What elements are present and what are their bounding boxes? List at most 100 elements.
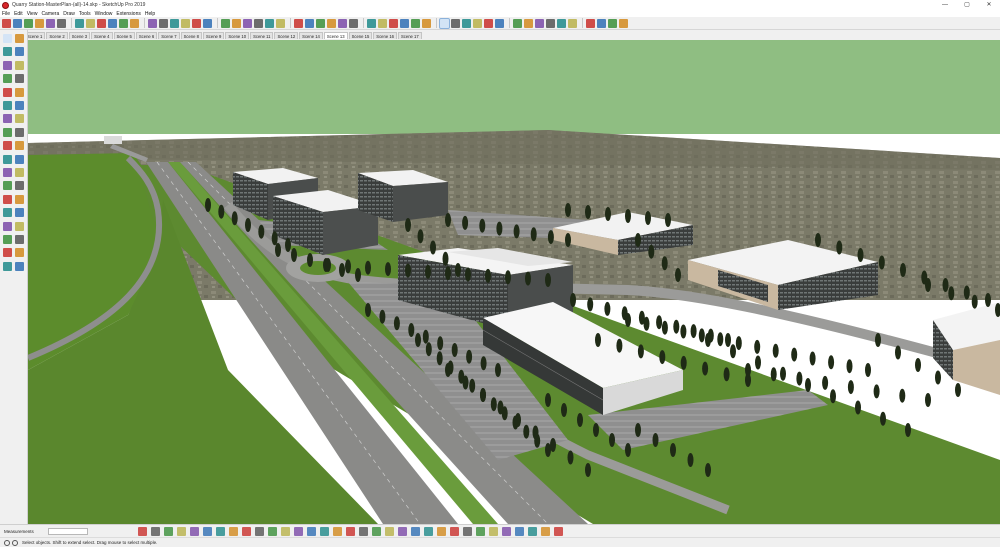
zoom-icon[interactable] — [3, 221, 12, 231]
select-icon[interactable] — [3, 34, 12, 43]
outer-shell-icon[interactable] — [164, 526, 173, 536]
measurements-input[interactable] — [48, 527, 88, 535]
position-camera-icon[interactable] — [473, 18, 482, 28]
fog-icon[interactable] — [502, 526, 511, 536]
display-section-icon[interactable] — [495, 18, 504, 28]
scenes-icon[interactable] — [541, 526, 550, 536]
rectangle-icon[interactable] — [3, 74, 12, 84]
scene-tab[interactable]: Scene 11 — [250, 32, 274, 39]
axes-icon[interactable] — [327, 18, 336, 28]
scene-tab[interactable]: Scene 7 — [158, 32, 180, 39]
two-point-arc-icon[interactable] — [15, 101, 24, 110]
3d-text-icon[interactable] — [349, 18, 358, 28]
line-icon[interactable] — [119, 18, 128, 28]
follow-me-icon[interactable] — [15, 141, 24, 151]
scene-tab[interactable]: Scene 9 — [203, 32, 225, 39]
look-around-icon[interactable] — [462, 18, 471, 28]
make-component-icon[interactable] — [15, 34, 24, 43]
shaded-icon[interactable] — [546, 18, 555, 28]
menu-tools[interactable]: Tools — [77, 11, 93, 17]
monochrome-icon[interactable] — [568, 18, 577, 28]
orbit-icon[interactable] — [35, 18, 44, 28]
menu-extensions[interactable]: Extensions — [114, 11, 142, 17]
menu-file[interactable]: File — [0, 11, 12, 17]
section-plane-icon[interactable] — [15, 261, 24, 271]
solid-tools-icon[interactable] — [151, 526, 160, 536]
push-pull-icon[interactable] — [15, 127, 24, 137]
pie-icon[interactable] — [15, 114, 24, 124]
zoom-icon[interactable] — [57, 18, 66, 28]
photo-texture-icon[interactable] — [424, 526, 433, 536]
textured-icon[interactable] — [557, 18, 566, 28]
menu-draw[interactable]: Draw — [61, 11, 77, 17]
rotate-icon[interactable] — [3, 141, 12, 151]
rectangle-icon[interactable] — [148, 18, 157, 28]
menu-view[interactable]: View — [25, 11, 40, 17]
scene-tab[interactable]: Scene 4 — [91, 32, 113, 39]
back-view-icon[interactable] — [411, 18, 420, 28]
interact-icon[interactable] — [359, 526, 368, 536]
walk-icon[interactable] — [451, 18, 460, 28]
section-plane-icon[interactable] — [484, 18, 493, 28]
scene-tab[interactable]: Scene 13 — [323, 32, 348, 39]
wireframe-icon[interactable] — [524, 18, 533, 28]
zoom-extents-icon[interactable] — [86, 18, 95, 28]
follow-me-icon[interactable] — [232, 18, 241, 28]
walk-icon[interactable] — [3, 261, 12, 271]
front-view-icon[interactable] — [389, 18, 398, 28]
menu-help[interactable]: Help — [143, 11, 157, 17]
rotated-rect-icon[interactable] — [15, 74, 24, 84]
camera-icon[interactable] — [320, 526, 329, 536]
select-cursor-icon[interactable] — [439, 17, 450, 29]
pan-icon[interactable] — [46, 18, 55, 28]
push-pull-icon[interactable] — [221, 18, 230, 28]
maximize-button[interactable]: ▢ — [956, 0, 978, 10]
flip-edge-icon[interactable] — [307, 526, 316, 536]
scene-tab[interactable]: Scene 6 — [135, 32, 158, 39]
move-axis-icon[interactable] — [138, 526, 147, 536]
scale-icon[interactable] — [276, 18, 285, 28]
3d-text-icon[interactable] — [15, 194, 24, 204]
zoom-window-icon[interactable] — [15, 221, 24, 231]
zoom-extents-icon[interactable] — [3, 235, 12, 244]
polygon-icon[interactable] — [15, 87, 24, 97]
shadow-icon[interactable] — [489, 526, 498, 536]
line-icon[interactable] — [3, 60, 12, 70]
move-icon[interactable] — [3, 127, 12, 137]
scene-tab[interactable]: Scene 8 — [180, 32, 202, 39]
minimize-button[interactable]: — — [934, 0, 956, 10]
position-camera-icon[interactable] — [3, 248, 12, 258]
stamp-icon[interactable] — [268, 526, 277, 536]
rotated-rectangle-icon[interactable] — [159, 18, 168, 28]
dynamic-component-icon[interactable] — [346, 526, 355, 536]
toggle-terrain-icon[interactable] — [411, 526, 420, 536]
protractor-icon[interactable] — [3, 181, 12, 191]
scene-tab[interactable]: Scene 17 — [397, 32, 422, 39]
scene-tab[interactable]: Scene 5 — [113, 32, 135, 39]
paint-bucket-icon[interactable] — [24, 18, 33, 28]
look-around-icon[interactable] — [15, 248, 24, 258]
style-builder-icon[interactable] — [437, 526, 446, 536]
iso-view-icon[interactable] — [367, 18, 376, 28]
share-component-icon[interactable] — [463, 526, 472, 536]
zoom-window-icon[interactable] — [75, 18, 84, 28]
outliner-icon[interactable] — [528, 526, 537, 536]
geo-location-icon[interactable] — [4, 539, 10, 546]
xray-icon[interactable] — [513, 18, 522, 28]
menu-edit[interactable]: Edit — [12, 11, 25, 17]
pie-icon[interactable] — [203, 18, 212, 28]
tape-measure-icon[interactable] — [294, 18, 303, 28]
split-icon[interactable] — [229, 526, 238, 536]
component-attributes-icon[interactable] — [385, 526, 394, 536]
dimension-icon[interactable] — [338, 18, 347, 28]
extension-warehouse-icon[interactable] — [608, 18, 617, 28]
advanced-camera-icon[interactable] — [333, 526, 342, 536]
scene-tab[interactable]: Scene 14 — [299, 32, 323, 39]
dimension-icon[interactable] — [15, 168, 24, 177]
menu-camera[interactable]: Camera — [39, 11, 61, 17]
right-view-icon[interactable] — [400, 18, 409, 28]
warehouse-icon[interactable] — [450, 526, 459, 536]
protractor-icon[interactable] — [305, 18, 314, 28]
freehand-icon[interactable] — [130, 18, 139, 28]
arc-icon[interactable] — [192, 18, 201, 28]
